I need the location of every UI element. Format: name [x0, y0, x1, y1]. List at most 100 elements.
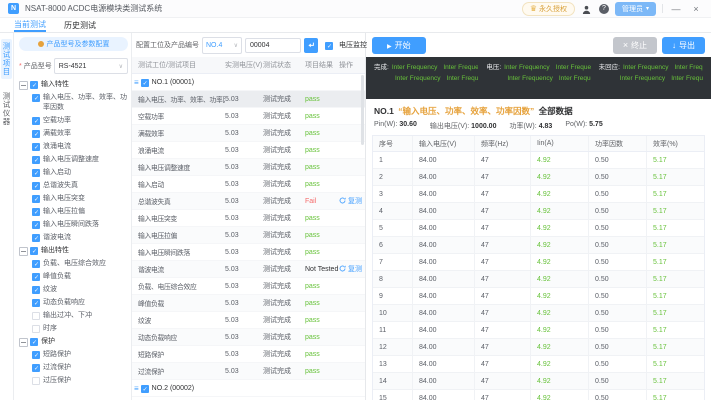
- result-row[interactable]: 4 84.00 47 4.92 0.50 5.17: [373, 203, 704, 220]
- item-checkbox[interactable]: [32, 156, 40, 165]
- item-checkbox[interactable]: [32, 208, 40, 217]
- product-model-select[interactable]: RS-4521: [53, 58, 128, 74]
- group-checkbox[interactable]: [140, 384, 149, 393]
- tab-history-test[interactable]: 历史测试: [64, 18, 96, 32]
- tree-item-row[interactable]: 输出过冲、下冲: [19, 311, 128, 321]
- test-row[interactable]: 纹波 5.03 测试完成 pass: [132, 312, 365, 329]
- product-code-input[interactable]: [245, 37, 301, 53]
- tree-item-row[interactable]: 动态负载响应: [19, 298, 128, 308]
- group-checkbox[interactable]: [140, 78, 149, 87]
- tree-item-row[interactable]: 输入电压调整速度: [19, 155, 128, 165]
- station-group-row[interactable]: NO.1 (00001): [132, 74, 365, 91]
- result-row[interactable]: 10 84.00 47 4.92 0.50 5.17: [373, 305, 704, 322]
- tree-item-row[interactable]: 输入电压突变: [19, 194, 128, 204]
- test-row[interactable]: 输入电压、功率、效率、功率因数5.03 测试完成 pass: [132, 91, 365, 108]
- tree-item-row[interactable]: 负载、电压综合效应: [19, 259, 128, 269]
- item-checkbox[interactable]: [32, 377, 40, 385]
- station-group-row[interactable]: NO.2 (00002): [132, 380, 365, 397]
- item-checkbox[interactable]: [32, 273, 40, 282]
- product-config-button[interactable]: 产品型号及参数配置: [19, 37, 128, 51]
- test-row[interactable]: 输入电压拉偏 5.03 测试完成 pass: [132, 227, 365, 244]
- item-checkbox[interactable]: [32, 260, 40, 269]
- minimize-button[interactable]: —: [669, 4, 683, 14]
- tree-item-row[interactable]: 峰值负载: [19, 272, 128, 282]
- tree-item-row[interactable]: 输入电压瞬间跌落: [19, 220, 128, 230]
- tree-item-row[interactable]: 空载功率: [19, 116, 128, 126]
- result-row[interactable]: 1 84.00 47 4.92 0.50 5.17: [373, 152, 704, 169]
- item-checkbox[interactable]: [30, 247, 38, 256]
- item-checkbox[interactable]: [32, 221, 40, 230]
- item-checkbox[interactable]: [32, 143, 40, 152]
- item-checkbox[interactable]: [32, 351, 40, 360]
- tree-group-row[interactable]: 输出特性: [19, 246, 128, 256]
- item-checkbox[interactable]: [32, 117, 40, 126]
- rail-instruments[interactable]: 测试仪器: [1, 89, 12, 129]
- result-row[interactable]: 13 84.00 47 4.92 0.50 5.17: [373, 356, 704, 373]
- item-checkbox[interactable]: [32, 94, 40, 103]
- station-select[interactable]: NO.4: [202, 36, 242, 54]
- tab-current-test[interactable]: 当前测试: [14, 18, 46, 32]
- item-checkbox[interactable]: [32, 325, 40, 333]
- help-icon[interactable]: [598, 3, 609, 14]
- user-menu-button[interactable]: 管理员: [614, 1, 656, 16]
- drag-handle-icon[interactable]: [134, 384, 141, 393]
- item-checkbox[interactable]: [32, 182, 40, 191]
- retest-button[interactable]: 复测: [339, 264, 362, 274]
- license-badge[interactable]: 永久授权: [521, 1, 575, 16]
- test-row[interactable]: 谐波电流 5.03 测试完成 Not Tested 复测: [132, 261, 365, 278]
- result-row[interactable]: 8 84.00 47 4.92 0.50 5.17: [373, 271, 704, 288]
- tree-item-row[interactable]: 浪涌电流: [19, 142, 128, 152]
- drag-handle-icon[interactable]: [134, 78, 141, 87]
- result-row[interactable]: 11 84.00 47 4.92 0.50 5.17: [373, 322, 704, 339]
- retest-button[interactable]: 复测: [339, 196, 362, 206]
- test-row[interactable]: 输入电压突变 5.03 测试完成 pass: [132, 210, 365, 227]
- tree-item-row[interactable]: 输入电压拉偏: [19, 207, 128, 217]
- result-row[interactable]: 14 84.00 47 4.92 0.50 5.17: [373, 373, 704, 390]
- start-button[interactable]: 开始: [372, 36, 426, 54]
- tree-item-row[interactable]: 满载效率: [19, 129, 128, 139]
- stop-button[interactable]: 终止: [612, 36, 657, 54]
- collapse-icon[interactable]: [19, 338, 28, 347]
- close-button[interactable]: ×: [689, 4, 703, 14]
- item-checkbox[interactable]: [32, 364, 40, 373]
- result-row[interactable]: 3 84.00 47 4.92 0.50 5.17: [373, 186, 704, 203]
- item-checkbox[interactable]: [30, 338, 38, 347]
- test-row[interactable]: 峰值负载 5.03 测试完成 pass: [132, 295, 365, 312]
- rail-test-items[interactable]: 测试项目: [1, 39, 12, 79]
- test-row[interactable]: 动态负载响应 5.03 测试完成 pass: [132, 329, 365, 346]
- tree-item-row[interactable]: 纹波: [19, 285, 128, 295]
- item-checkbox[interactable]: [30, 81, 38, 90]
- item-checkbox[interactable]: [32, 286, 40, 295]
- test-row[interactable]: 空载功率 5.03 测试完成 pass: [132, 108, 365, 125]
- test-row[interactable]: 过流保护 5.03 测试完成 pass: [132, 363, 365, 380]
- tree-item-row[interactable]: 过流保护: [19, 363, 128, 373]
- item-checkbox[interactable]: [32, 312, 40, 320]
- item-checkbox[interactable]: [32, 195, 40, 204]
- test-row[interactable]: 总谐波失真 5.03 测试完成 Fail 复测: [132, 193, 365, 210]
- result-row[interactable]: 6 84.00 47 4.92 0.50 5.17: [373, 237, 704, 254]
- result-row[interactable]: 2 84.00 47 4.92 0.50 5.17: [373, 169, 704, 186]
- test-row[interactable]: 短路保护 5.03 测试完成 pass: [132, 346, 365, 363]
- test-row[interactable]: 满载效率 5.03 测试完成 pass: [132, 125, 365, 142]
- tree-item-row[interactable]: 谐波电流: [19, 233, 128, 243]
- result-row[interactable]: 5 84.00 47 4.92 0.50 5.17: [373, 220, 704, 237]
- test-row[interactable]: 负载、电压综合效应 5.03 测试完成 pass: [132, 278, 365, 295]
- result-row[interactable]: 7 84.00 47 4.92 0.50 5.17: [373, 254, 704, 271]
- vertical-scrollbar[interactable]: [361, 75, 364, 145]
- result-row[interactable]: 9 84.00 47 4.92 0.50 5.17: [373, 288, 704, 305]
- item-checkbox[interactable]: [32, 299, 40, 308]
- tree-item-row[interactable]: 输入启动: [19, 168, 128, 178]
- item-checkbox[interactable]: [32, 234, 40, 243]
- result-row[interactable]: 12 84.00 47 4.92 0.50 5.17: [373, 339, 704, 356]
- tree-group-row[interactable]: 输入特性: [19, 80, 128, 90]
- tree-item-row[interactable]: 时序: [19, 324, 128, 334]
- test-row[interactable]: 输入电压瞬间跌落 5.03 测试完成 pass: [132, 244, 365, 261]
- result-row[interactable]: 15 84.00 47 4.92 0.50 5.17: [373, 390, 704, 400]
- tree-item-row[interactable]: 输入电压、功率、效率、功率因数: [19, 93, 128, 113]
- user-icon[interactable]: [581, 3, 593, 14]
- tree-group-row[interactable]: 保护: [19, 337, 128, 347]
- tree-item-row[interactable]: 短路保护: [19, 350, 128, 360]
- tree-item-row[interactable]: 总谐波失真: [19, 181, 128, 191]
- item-checkbox[interactable]: [32, 169, 40, 178]
- tree-item-row[interactable]: 过压保护: [19, 376, 128, 386]
